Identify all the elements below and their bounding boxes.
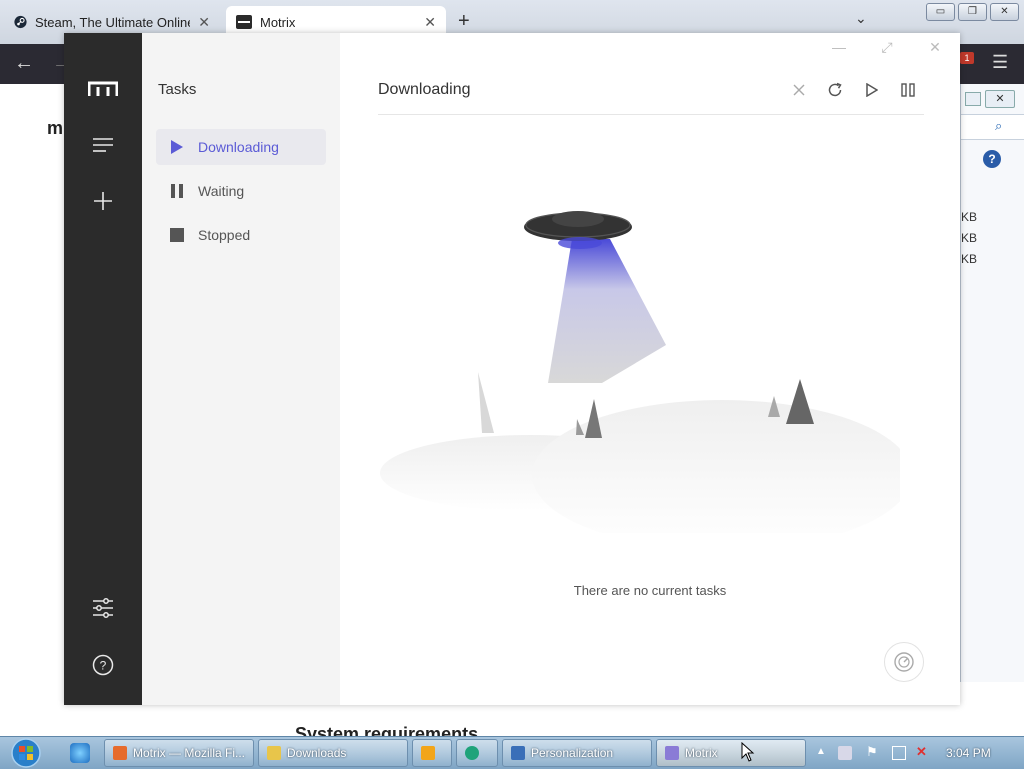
ufo-empty-illustration <box>380 211 900 533</box>
menu-icon[interactable]: ☰ <box>992 52 1008 73</box>
sidebar-item-label: Waiting <box>198 183 245 199</box>
task-sidebar: Tasks Downloading Waiting Stopped <box>142 33 340 705</box>
taskbar-item-label: Personalization <box>531 746 614 760</box>
sidebar-item-stopped[interactable]: Stopped <box>156 217 326 253</box>
page-title: Downloading <box>378 81 471 98</box>
empty-state-message: There are no current tasks <box>573 583 727 598</box>
steam-icon <box>14 15 27 29</box>
personalization-icon <box>511 746 525 760</box>
folder-icon <box>267 746 281 760</box>
resume-all-icon[interactable] <box>861 79 883 101</box>
preferences-icon[interactable] <box>88 593 118 623</box>
motrix-tab-icon <box>236 15 252 29</box>
usb-icon[interactable] <box>838 746 852 760</box>
sidebar-item-downloading[interactable]: Downloading <box>156 129 326 165</box>
speedometer-icon <box>894 652 914 672</box>
internet-explorer-icon[interactable] <box>70 743 90 763</box>
help-icon[interactable]: ? <box>983 150 1001 168</box>
mouse-cursor-icon <box>741 742 755 762</box>
restore-button[interactable]: ❐ <box>958 3 987 21</box>
refresh-icon[interactable] <box>824 79 846 101</box>
sidebar-title: Tasks <box>158 81 197 98</box>
app-close-icon[interactable]: ✕ <box>926 39 944 55</box>
clear-icon[interactable] <box>788 79 810 101</box>
taskbar-item-firefox[interactable]: Motrix — Mozilla Fi... <box>104 739 254 767</box>
extension-badge[interactable]: 1 <box>960 52 974 64</box>
sidebar-item-waiting[interactable]: Waiting <box>156 173 326 209</box>
search-field[interactable]: ⌕ <box>961 114 1024 140</box>
tab-title: Steam, The Ultimate Online Gam <box>34 14 190 30</box>
motrix-logo-icon[interactable] <box>88 74 118 104</box>
tab-close-icon[interactable]: ✕ <box>198 14 210 31</box>
minimize-button[interactable]: ▭ <box>926 3 955 21</box>
taskbar-item-app[interactable] <box>456 739 498 767</box>
tab-title: Motrix <box>260 14 296 30</box>
app-maximize-icon[interactable]: ⤢ <box>878 39 896 55</box>
play-icon <box>170 140 184 154</box>
taskbar-item-label: Motrix — Mozilla Fi... <box>133 746 246 760</box>
volume-muted-icon[interactable]: ✕ <box>916 744 930 759</box>
file-size: KB <box>961 210 978 224</box>
restore-icon[interactable] <box>965 92 981 106</box>
taskbar-item-motrix[interactable]: Motrix <box>656 739 806 767</box>
background-window: ✕ ⌕ ? KB KB KB <box>960 84 1024 682</box>
file-size: KB <box>961 252 978 266</box>
add-task-icon[interactable] <box>88 186 118 216</box>
close-button[interactable]: ✕ <box>990 3 1019 21</box>
new-tab-icon[interactable]: + <box>458 10 470 33</box>
svg-text:?: ? <box>100 659 107 673</box>
pause-all-icon[interactable] <box>897 79 919 101</box>
taskbar-item-label: Downloads <box>287 746 347 760</box>
header-divider <box>378 114 924 115</box>
tab-close-icon[interactable]: ✕ <box>424 14 436 31</box>
sidebar-item-label: Downloading <box>198 139 279 155</box>
page-logo-fragment: m <box>47 118 64 138</box>
taskbar-item-label: Motrix <box>685 746 718 760</box>
help-icon[interactable]: ? <box>88 650 118 680</box>
clock[interactable]: 3:04 PM <box>946 746 991 760</box>
taskbar-item-media-player[interactable] <box>412 739 452 767</box>
firefox-icon <box>113 746 127 760</box>
network-icon[interactable] <box>892 746 906 760</box>
search-icon: ⌕ <box>995 118 1003 133</box>
media-player-icon <box>421 746 435 760</box>
stop-icon <box>170 228 184 242</box>
motrix-window: ? Tasks Downloading Waiting Stopped — ⤢ … <box>64 33 960 705</box>
motrix-icon <box>665 746 679 760</box>
show-hidden-icons-icon[interactable]: ▲ <box>816 746 830 760</box>
windows-taskbar: Motrix — Mozilla Fi... Downloads Persona… <box>0 736 1024 769</box>
flag-icon[interactable]: ⚑ <box>866 744 880 759</box>
motrix-rail: ? <box>64 33 142 705</box>
taskbar-item-personalization[interactable]: Personalization <box>502 739 652 767</box>
close-icon[interactable]: ✕ <box>985 90 1015 108</box>
app-minimize-icon[interactable]: — <box>830 39 848 55</box>
task-main-panel: — ⤢ ✕ Downloading There are no current t… <box>340 33 960 705</box>
file-size: KB <box>961 231 978 245</box>
sidebar-item-label: Stopped <box>198 227 251 243</box>
start-button-icon[interactable] <box>6 737 46 769</box>
list-all-tabs-icon[interactable]: ⌄ <box>855 10 867 27</box>
speed-limit-button[interactable] <box>884 642 924 682</box>
pause-icon <box>170 184 184 198</box>
taskbar-item-downloads[interactable]: Downloads <box>258 739 408 767</box>
back-icon[interactable]: ← <box>14 52 34 75</box>
task-list-icon[interactable] <box>88 130 118 160</box>
app-icon <box>465 746 479 760</box>
